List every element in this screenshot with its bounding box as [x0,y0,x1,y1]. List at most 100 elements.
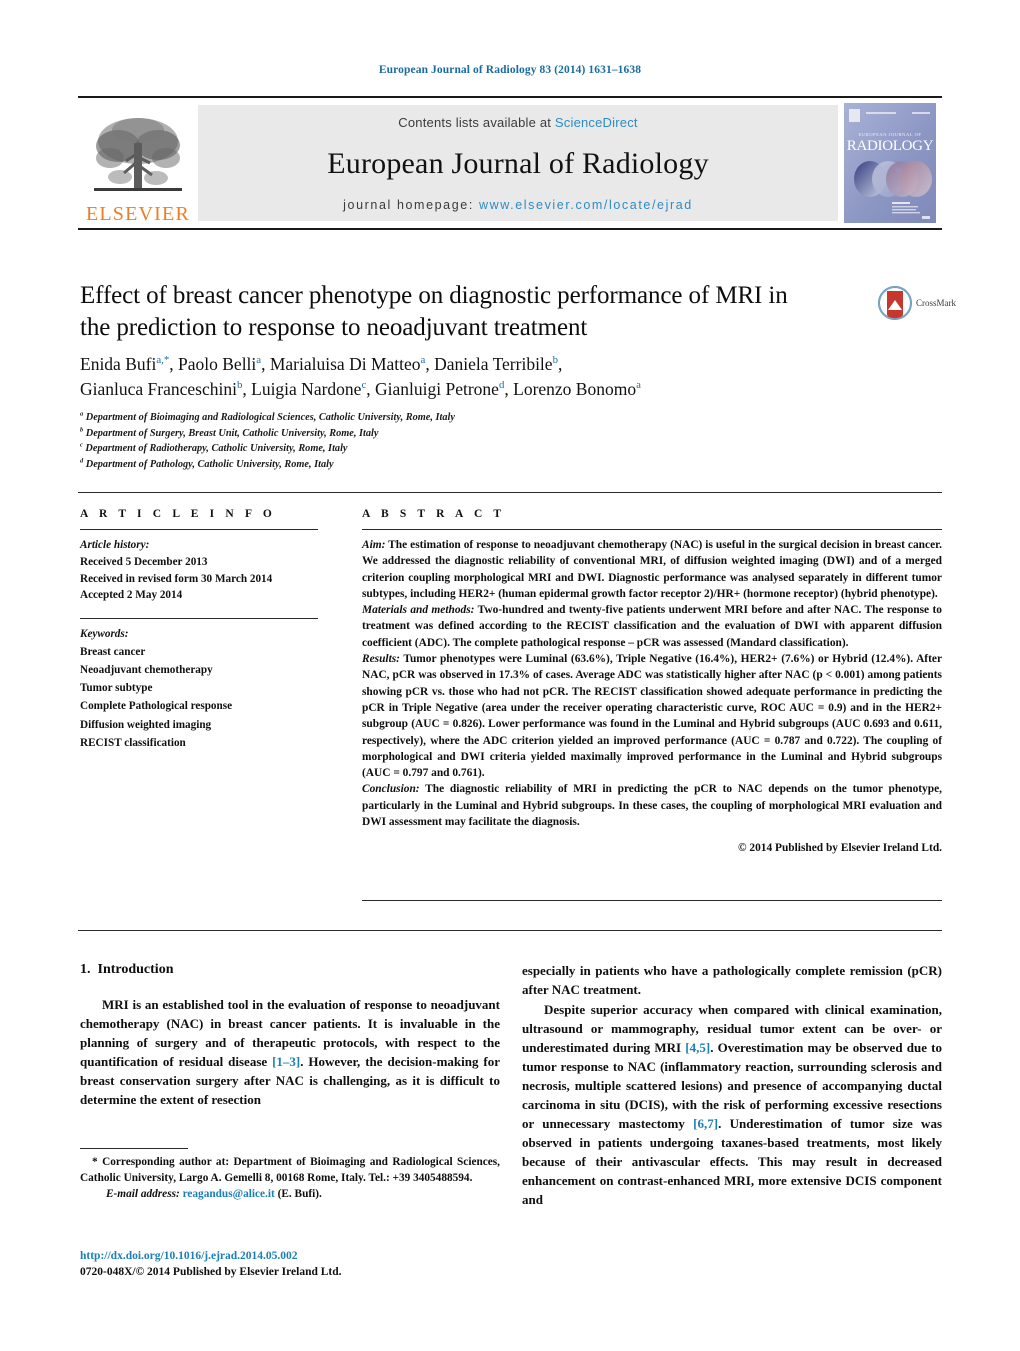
journal-homepage-line: journal homepage: www.elsevier.com/locat… [343,198,693,212]
author-name: , Luigia Nardone [242,378,362,399]
citation-reference[interactable]: [1–3] [272,1054,300,1069]
divider [362,529,942,530]
sciencedirect-link[interactable]: ScienceDirect [555,115,638,130]
affiliation-item: a Department of Bioimaging and Radiologi… [80,410,800,426]
footnote-divider [80,1148,188,1149]
elsevier-wordmark: ELSEVIER [85,203,191,225]
author-name: Gianluca Franceschini [80,378,237,399]
author-affiliation-marker: a,* [156,354,170,367]
keyword-item: Complete Pathological response [80,700,233,713]
masthead-center-panel: Contents lists available at ScienceDirec… [198,105,838,221]
journal-masthead: ELSEVIER Contents lists available at Sci… [78,96,942,230]
affiliation-marker: a [80,410,84,418]
homepage-url-link[interactable]: www.elsevier.com/locate/ejrad [479,198,693,212]
abstract-methods-paragraph: Materials and methods: Two-hundred and t… [362,602,942,651]
abstract-conclusion-paragraph: Conclusion: The diagnostic reliability o… [362,781,942,830]
affiliation-text: Department of Pathology, Catholic Univer… [85,458,334,470]
body-column-left: 1. Introduction MRI is an established too… [80,962,500,1111]
paper-page: European Journal of Radiology 83 (2014) … [0,0,1020,1351]
affiliation-item: c Department of Radiotherapy, Catholic U… [80,441,800,457]
divider [80,529,318,530]
citation-reference[interactable]: [6,7] [693,1116,718,1131]
crossmark-label: CrossMark [916,298,956,308]
running-head: European Journal of Radiology 83 (2014) … [378,64,642,76]
abstract-aim-label: Aim: [362,539,386,551]
crossmark-badge[interactable]: CrossMark [878,286,960,320]
divider [80,618,318,620]
info-section-divider [78,492,942,493]
affiliation-list: a Department of Bioimaging and Radiologi… [80,410,800,473]
affiliation-marker: d [80,457,84,465]
affiliation-marker: b [80,426,84,434]
affiliation-text: Department of Bioimaging and Radiologica… [85,412,455,423]
body-paragraph: especially in patients who have a pathol… [522,962,942,1000]
section-heading-introduction: 1. Introduction [80,962,500,978]
homepage-prefix: journal homepage: [343,198,474,212]
keywords-label: Keywords: [80,628,129,641]
crossmark-icon [878,286,912,320]
elsevier-tree-icon [94,118,182,191]
body-top-divider [78,930,942,931]
abstract-copyright: © 2014 Published by Elsevier Ireland Ltd… [738,842,942,855]
article-title-line-1: Effect of breast cancer phenotype on dia… [80,282,788,309]
author-list: Enida Bufia,*, Paolo Belli a , Marialuisa … [80,352,880,402]
affiliation-text: Department of Surgery, Breast Unit, Cath… [85,427,379,439]
article-title-line-2: the prediction to response to neoadjuvan… [80,313,588,341]
email-label: E-mail address: [106,1188,180,1201]
abstract-results-label: Results: [362,653,400,666]
affiliation-item: b Department of Surgery, Breast Unit, Ca… [80,426,800,442]
abstract-heading: A B S T R A C T [362,508,506,520]
author-name: Enida Bufi [80,354,157,374]
author-name: , Paolo Belli [169,354,257,374]
article-info-panel: A R T I C L E I N F O Article history: R… [80,508,328,752]
journal-title: European Journal of Radiology [327,147,709,180]
doi-block: http://dx.doi.org/10.1016/j.ejrad.2014.0… [80,1248,540,1281]
citation-reference[interactable]: [4,5] [685,1040,710,1055]
email-note: E-mail address: reagandus@alice.it (E. B… [80,1186,500,1202]
article-history-item: Accepted 2 May 2014 [80,589,183,602]
section-title-text: Introduction [97,962,174,977]
affiliation-marker: c [80,441,83,449]
email-link[interactable]: reagandus@alice.it [183,1188,275,1200]
elsevier-logo: ELSEVIER [78,98,198,228]
journal-cover-thumbnail[interactable]: EUROPEAN JOURNAL OF RADIOLOGY [838,98,942,228]
keyword-item: Breast cancer [80,645,146,658]
affiliation-text: Department of Radiotherapy, Catholic Uni… [85,443,348,455]
body-column-right: especially in patients who have a pathol… [522,962,942,1211]
doi-link[interactable]: http://dx.doi.org/10.1016/j.ejrad.2014.0… [80,1248,540,1264]
article-info-heading: A R T I C L E I N F O [80,508,276,520]
abstract-panel: A B S T R A C T Aim: The estimation of r… [362,508,942,854]
keyword-item: Tumor subtype [80,682,153,695]
issn-copyright-line: 0720-048X/© 2014 Published by Elsevier I… [80,1266,342,1279]
keyword-item: RECIST classification [80,736,186,749]
author-name: , Lorenzo Bonomo [504,378,637,399]
corresponding-author-note: * Corresponding author at: Department of… [80,1154,500,1186]
svg-text:RADIOLOGY: RADIOLOGY [847,138,934,154]
body-paragraph: Despite superior accuracy when compared … [522,1001,942,1210]
email-suffix: (E. Bufi). [274,1188,322,1201]
svg-text:EUROPEAN JOURNAL OF: EUROPEAN JOURNAL OF [859,132,922,137]
paragraph-pre: especially in patients who have a pathol… [522,963,942,997]
abstract-aim-text: The estimation of response to neoadjuvan… [362,539,942,600]
body-paragraph: MRI is an established tool in the evalua… [80,996,500,1110]
abstract-conclusion-label: Conclusion: [362,783,420,796]
author-name: , Gianluigi Petrone [366,378,499,399]
abstract-methods-label: Materials and methods: [362,604,475,617]
section-number: 1. [80,962,91,977]
author-separator: , [557,354,563,374]
article-history-label: Article history: [80,539,150,551]
author-affiliation-marker: a [636,379,641,392]
contents-available-line: Contents lists available at ScienceDirec… [398,115,637,130]
author-name: , Marialuisa Di Matteo [261,354,421,374]
abstract-aim-paragraph: Aim: The estimation of response to neoad… [362,537,942,602]
keyword-item: Diffusion weighted imaging [80,718,212,731]
page-title: Effect of breast cancer phenotype on dia… [80,280,870,343]
journal-cover-image: EUROPEAN JOURNAL OF RADIOLOGY [844,103,936,223]
abstract-conclusion-text: The diagnostic reliability of MRI in pre… [362,783,942,829]
author-name: , Daniela Terribile [425,354,553,374]
affiliation-item: d Department of Pathology, Catholic Univ… [80,457,800,473]
footnote-block: * Corresponding author at: Department of… [80,1154,500,1202]
abstract-results-paragraph: Results: Tumor phenotypes were Luminal (… [362,651,942,781]
abstract-results-text: Tumor phenotypes were Luminal (63.6%), T… [362,653,942,780]
abstract-bottom-divider [362,900,942,901]
